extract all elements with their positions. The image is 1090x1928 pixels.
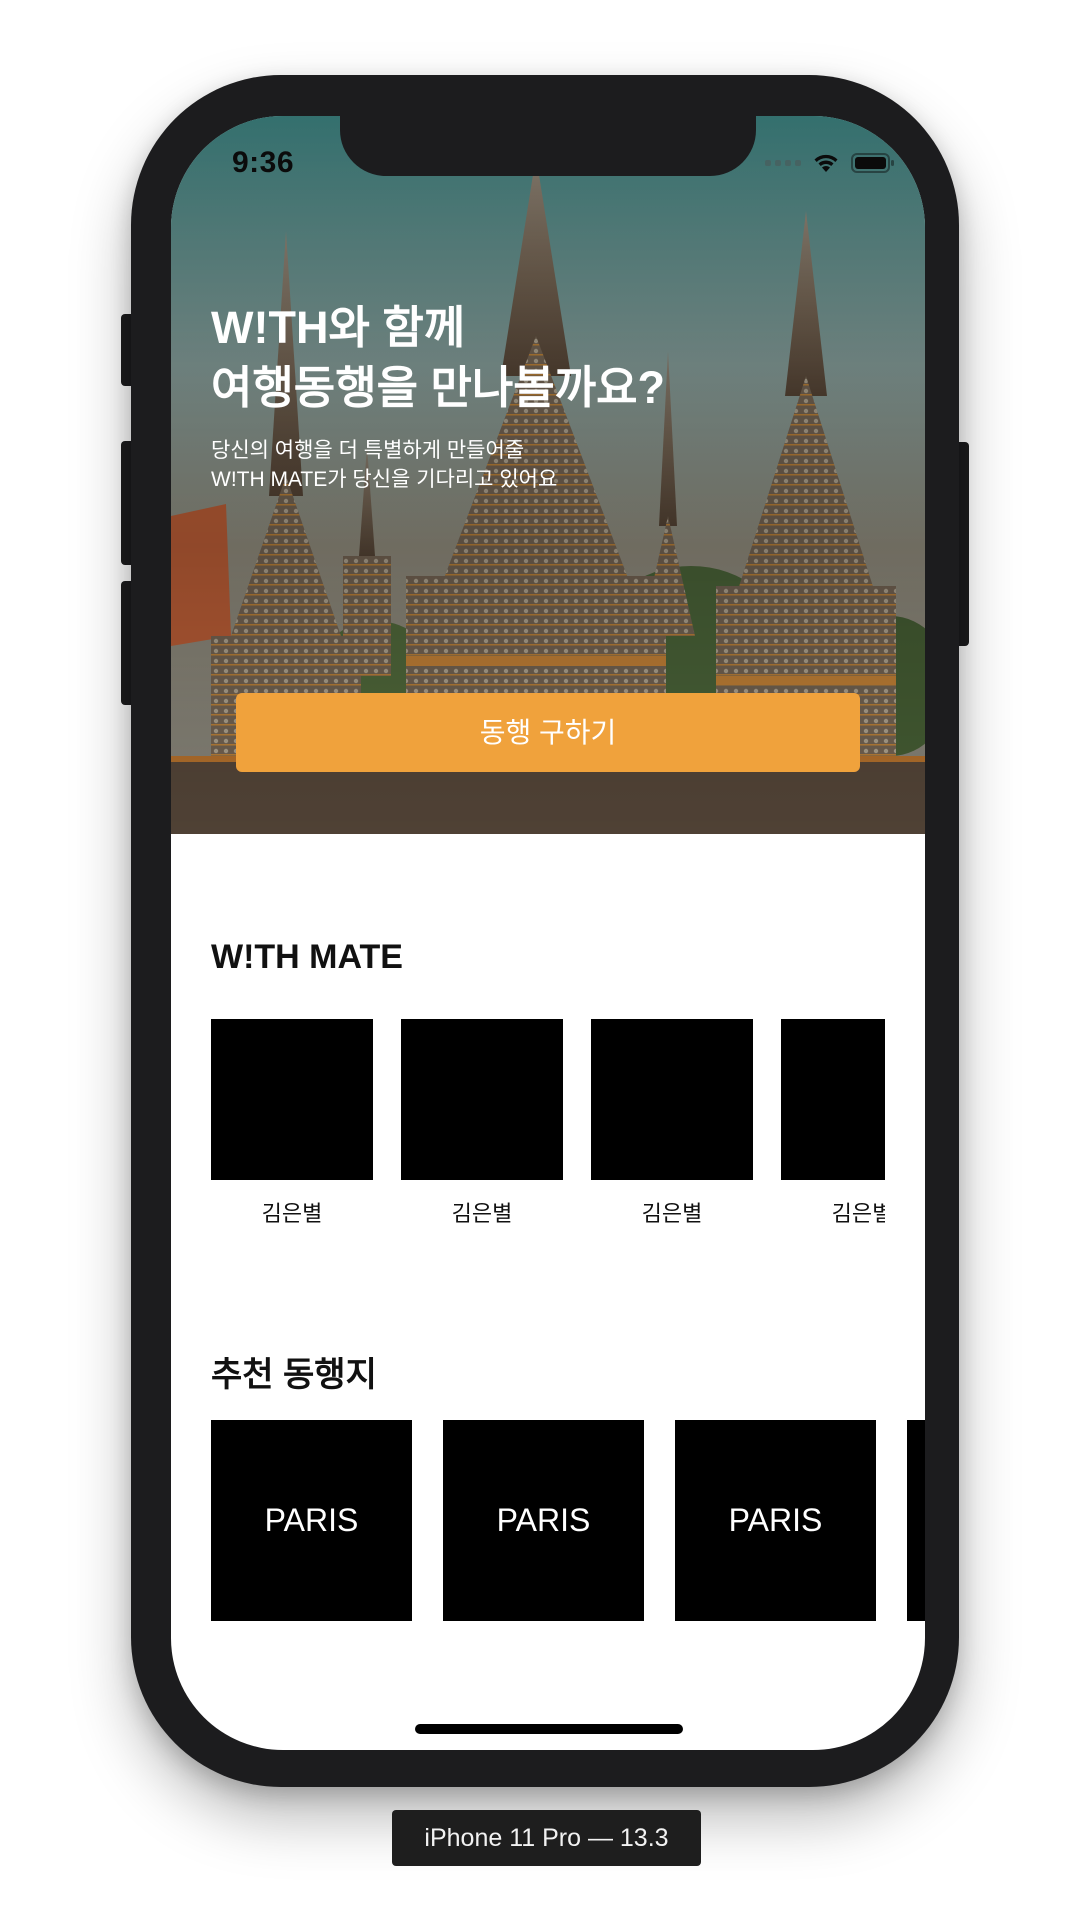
device-notch [340,116,756,176]
status-icons [765,152,895,174]
status-time: 9:36 [232,146,295,179]
destination-card[interactable]: PARIS [443,1420,644,1621]
destination-list[interactable]: PARIS PARIS PARIS [211,1420,925,1622]
mate-card[interactable]: 김은별 [211,1019,373,1228]
mate-name: 김은별 [641,1201,703,1226]
mate-photo [401,1019,563,1180]
cellular-signal-icon [765,160,801,166]
destination-section-title: 추천 동행지 [211,1356,377,1394]
destination-card[interactable]: PARIS [675,1420,876,1621]
simulator-device-label: iPhone 11 Pro — 13.3 [392,1810,701,1866]
hero-subtitle-line-2: W!TH MATE가 당신을 기다리고 있어요 [211,468,558,491]
mate-card[interactable]: 김은별 [591,1019,753,1228]
wifi-icon [814,154,838,172]
hero-subtitle-line-1: 당신의 여행을 더 특별하게 만들어줄 [211,439,525,462]
find-companion-button[interactable]: 동행 구하기 [236,693,860,772]
mate-photo [591,1019,753,1180]
mate-section-title: W!TH MATE [211,938,403,976]
destination-card[interactable] [907,1420,925,1621]
hero-title-line-1: W!TH와 함께 [211,302,466,353]
mate-photo [211,1019,373,1180]
home-indicator[interactable] [415,1724,683,1734]
mate-card[interactable]: 김은별 [401,1019,563,1228]
app-screen: 9:36 W!TH와 함께 여행동행을 만나볼까요? 당신의 여행을 더 특별하… [171,116,925,1750]
mate-name: 김은별 [451,1201,513,1226]
destination-card[interactable]: PARIS [211,1420,412,1621]
mate-photo [781,1019,885,1180]
mate-name: 김은별 [261,1201,323,1226]
hero-title-line-2: 여행동행을 만나볼까요? [211,362,665,413]
hero-subtitle: 당신의 여행을 더 특별하게 만들어줄 W!TH MATE가 당신을 기다리고 … [211,436,891,494]
hero-banner: 9:36 W!TH와 함께 여행동행을 만나볼까요? 당신의 여행을 더 특별하… [171,116,925,834]
mate-card[interactable]: 김은별 [781,1019,885,1228]
hero-title: W!TH와 함께 여행동행을 만나볼까요? [211,298,891,418]
mate-list[interactable]: 김은별 김은별 김은별 김은별 [211,1019,885,1241]
battery-icon [851,153,894,173]
mate-name: 김은별 [831,1201,885,1226]
simulator-stage: 9:36 W!TH와 함께 여행동행을 만나볼까요? 당신의 여행을 더 특별하… [0,0,1090,1928]
